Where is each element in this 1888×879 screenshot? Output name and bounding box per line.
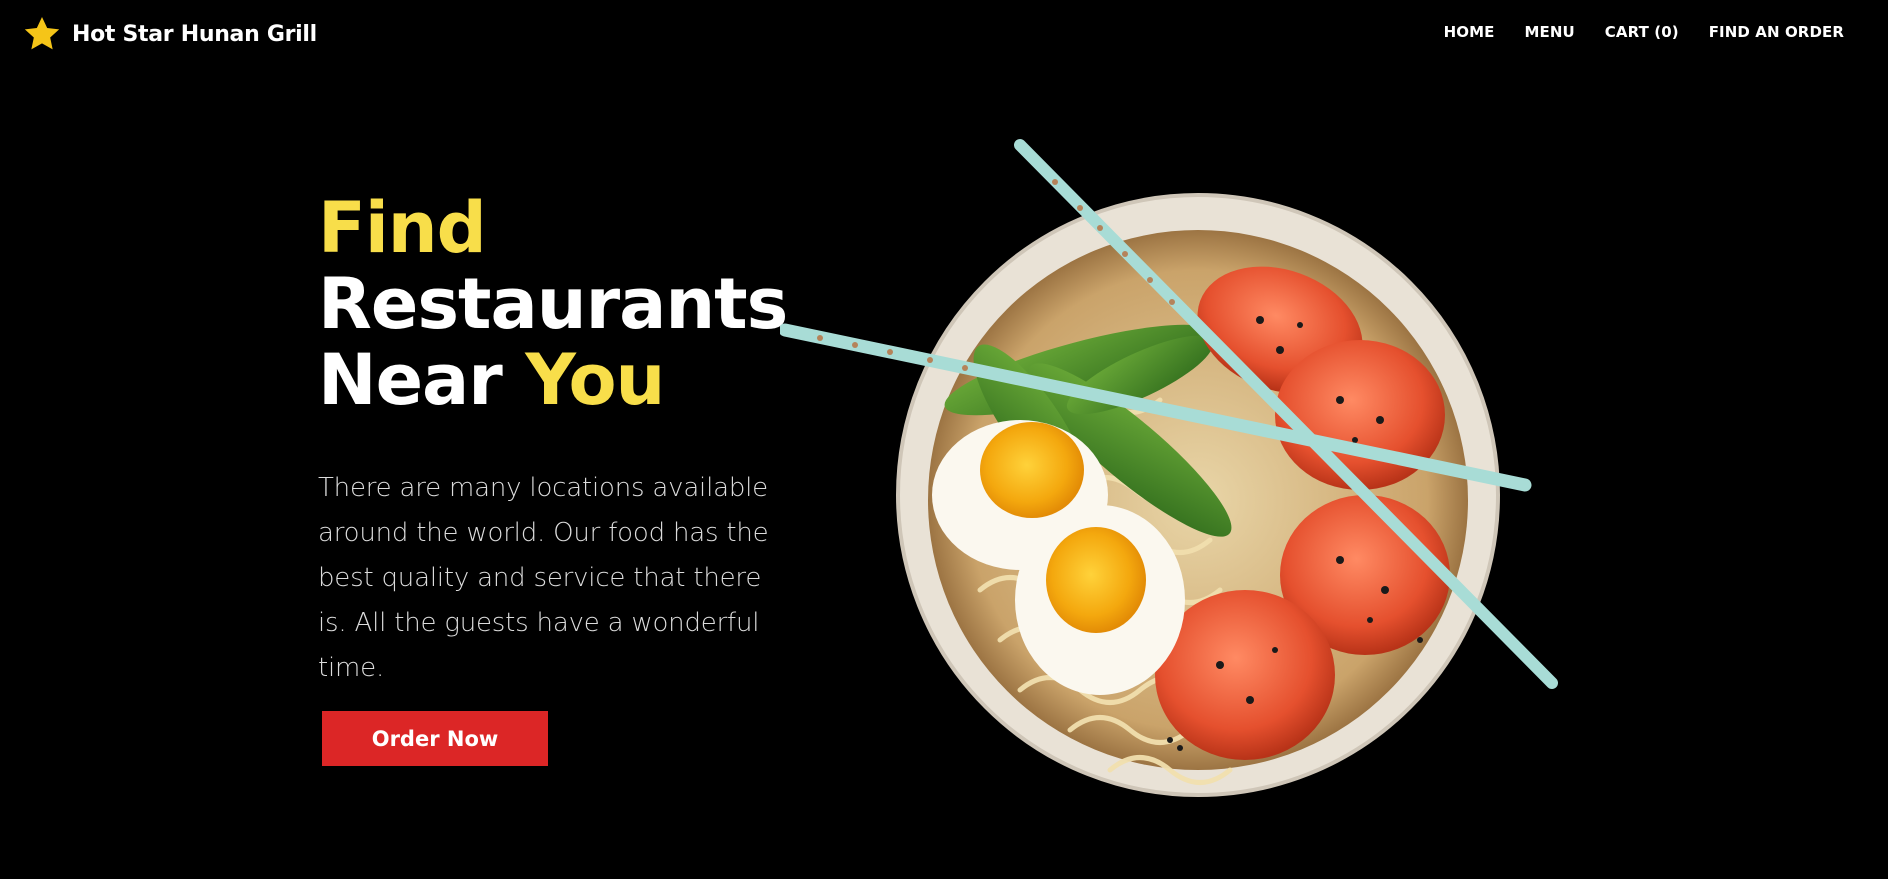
hero-title-word-you: You <box>525 339 665 421</box>
hero-title-line-1: Find <box>318 187 487 269</box>
nav-home-link[interactable]: HOME <box>1444 23 1495 41</box>
order-now-button[interactable]: Order Now <box>322 711 548 766</box>
hero-title-line-3: Near You <box>318 342 787 418</box>
brand-name: Hot Star Hunan Grill <box>72 21 317 47</box>
brand-logo-link[interactable]: Hot Star Hunan Grill <box>22 14 317 54</box>
hero-description: There are many locations available aroun… <box>318 473 769 683</box>
ramen-bowl-image <box>780 139 1558 797</box>
main-nav: HOME MENU CART (0) FIND AN ORDER <box>1444 23 1844 41</box>
hero-title-word-near: Near <box>318 339 503 421</box>
hero-title: Find Restaurants Near You <box>318 187 788 418</box>
landing-page: Hot Star Hunan Grill HOME MENU CART (0) … <box>0 0 1888 879</box>
nav-cart-link[interactable]: CART (0) <box>1605 23 1679 41</box>
hero-title-line-2: Restaurants <box>318 263 788 345</box>
nav-menu-link[interactable]: MENU <box>1524 23 1574 41</box>
star-icon <box>24 17 60 50</box>
nav-find-order-link[interactable]: FIND AN ORDER <box>1709 23 1844 41</box>
